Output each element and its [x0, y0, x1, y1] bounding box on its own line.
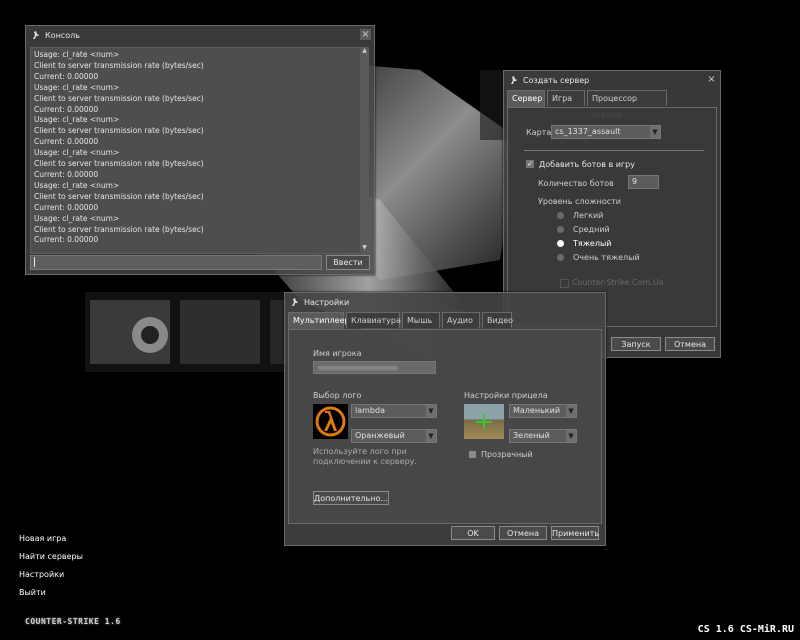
- settings-tabs: Мультиплеер Клавиатура Мышь Аудио Видео: [287, 312, 587, 329]
- console-line: Client to server transmission rate (byte…: [34, 191, 204, 201]
- scroll-up-icon[interactable]: ▲: [360, 47, 369, 55]
- menu-quit[interactable]: Выйти: [19, 588, 46, 597]
- scroll-down-icon[interactable]: ▼: [360, 244, 369, 252]
- difficulty-hard-label: Тяжелый: [573, 239, 612, 248]
- player-name-label: Имя игрока: [313, 349, 362, 358]
- console-line: Current: 0.00000: [34, 169, 99, 179]
- console-line: Current: 0.00000: [34, 104, 99, 114]
- apply-button[interactable]: Применить: [551, 526, 599, 540]
- close-icon[interactable]: ×: [706, 74, 717, 85]
- console-line: Client to server transmission rate (byte…: [34, 224, 204, 234]
- console-title: Консоль: [45, 30, 80, 40]
- create-server-title: Создать сервер: [523, 75, 590, 85]
- tab-mouse[interactable]: Мышь: [402, 312, 440, 328]
- console-line: Client to server transmission rate (byte…: [34, 159, 204, 169]
- close-icon[interactable]: ×: [360, 29, 371, 40]
- create-server-titlebar[interactable]: Создать сервер: [504, 71, 720, 89]
- tab-server[interactable]: Сервер: [507, 90, 545, 107]
- console-output: Usage: cl_rate <num> Client to server tra…: [30, 47, 362, 254]
- tab-bot-profile[interactable]: Процессор игрока: [587, 90, 667, 119]
- bottom-checkbox-label: Counter-Strike.Com.Ua: [572, 278, 664, 287]
- console-lines: Usage: cl_rate <num> Client to server tra…: [31, 48, 361, 248]
- chevron-down-icon: ▼: [566, 405, 576, 417]
- logo-hint-line2: подключении к серверу.: [313, 457, 417, 466]
- console-line: Usage: cl_rate <num>: [34, 50, 120, 59]
- transparent-label: Прозрачный: [481, 450, 533, 459]
- bot-count-label: Количество ботов: [538, 179, 614, 188]
- create-server-cancel-button[interactable]: Отмена: [665, 337, 715, 351]
- settings-window: Настройки Мультиплеер Клавиатура Мышь Ау…: [284, 292, 606, 546]
- logo-color-select[interactable]: Оранжевый ▼: [351, 429, 437, 443]
- console-line: Current: 0.00000: [34, 235, 99, 245]
- ok-button[interactable]: OK: [451, 526, 495, 540]
- lambda-logo-icon: [313, 404, 348, 439]
- cs-logo-icon: [292, 298, 298, 306]
- map-select[interactable]: cs_1337_assault ▼: [551, 125, 661, 139]
- console-line: Current: 0.00000: [34, 71, 99, 81]
- tab-video[interactable]: Видео: [482, 312, 513, 328]
- console-line: Client to server transmission rate (byte…: [34, 93, 204, 103]
- tab-multiplayer[interactable]: Мультиплеер: [288, 312, 350, 329]
- start-button[interactable]: Запуск: [611, 337, 661, 351]
- console-titlebar[interactable]: Консоль: [26, 26, 374, 44]
- console-line: Usage: cl_rate <num>: [34, 148, 120, 158]
- settings-panel: Имя игрока Выбор лого lambda ▼ Оранжевый…: [288, 329, 602, 524]
- console-submit-button[interactable]: Ввести: [326, 255, 370, 270]
- difficulty-radio-hard[interactable]: [557, 240, 564, 247]
- game-logo: COUNTER-STRIKE 1.6: [25, 617, 121, 626]
- console-line: Current: 0.00000: [34, 137, 99, 147]
- console-line: Usage: cl_rate <num>: [34, 115, 120, 125]
- site-watermark: CS 1.6 CS-MiR.RU: [697, 624, 794, 635]
- menu-new-game[interactable]: Новая игра: [19, 534, 66, 543]
- crosshair-size-select[interactable]: Маленький ▼: [509, 404, 577, 418]
- difficulty-label: Уровень сложности: [538, 197, 621, 206]
- menu-find-servers[interactable]: Найти серверы: [19, 552, 83, 561]
- console-line: Usage: cl_rate <num>: [34, 180, 120, 190]
- chevron-down-icon: ▼: [650, 126, 660, 138]
- tab-keyboard[interactable]: Клавиатура: [346, 312, 401, 328]
- chevron-down-icon: ▼: [566, 430, 576, 442]
- tab-game[interactable]: Игра: [547, 90, 585, 106]
- console-input[interactable]: [30, 255, 322, 270]
- difficulty-expert-label: Очень тяжелый: [573, 253, 640, 262]
- map-label: Карта: [526, 128, 552, 137]
- console-line: Client to server transmission rate (byte…: [34, 60, 204, 70]
- cs-logo-icon: [511, 76, 517, 84]
- difficulty-radio-expert[interactable]: [557, 254, 564, 261]
- difficulty-radio-medium[interactable]: [557, 226, 564, 233]
- bottom-checkbox[interactable]: [560, 279, 569, 288]
- logo-hint-line1: Используйте лого при: [313, 447, 407, 456]
- console-window: Консоль × Usage: cl_rate <num> Client to …: [25, 25, 375, 275]
- bot-count-input[interactable]: 9: [628, 175, 659, 189]
- transparent-checkbox[interactable]: [469, 451, 476, 458]
- console-line: Usage: cl_rate <num>: [34, 213, 120, 223]
- settings-titlebar[interactable]: Настройки: [285, 293, 605, 311]
- difficulty-medium-label: Средний: [573, 225, 610, 234]
- difficulty-radio-easy[interactable]: [557, 212, 564, 219]
- console-line: Client to server transmission rate (byte…: [34, 126, 204, 136]
- logo-label: Выбор лого: [313, 391, 362, 400]
- chevron-down-icon: ▼: [426, 405, 436, 417]
- console-scrollbar[interactable]: ▲ ▼: [360, 47, 369, 252]
- create-server-tabs: Сервер Игра Процессор игрока: [506, 90, 718, 119]
- player-name-input[interactable]: [313, 361, 436, 374]
- menu-settings[interactable]: Настройки: [19, 570, 64, 579]
- console-line: Current: 0.00000: [34, 202, 99, 212]
- advanced-button[interactable]: Дополнительно...: [313, 491, 389, 505]
- cs-logo-icon: [33, 31, 39, 39]
- chevron-down-icon: ▼: [426, 430, 436, 442]
- logo-select[interactable]: lambda ▼: [351, 404, 437, 418]
- add-bots-label: Добавить ботов в игру: [539, 160, 635, 169]
- crosshair-label: Настройки прицела: [464, 391, 548, 400]
- crosshair-preview-image: [464, 404, 504, 439]
- add-bots-checkbox[interactable]: ✓: [526, 160, 534, 168]
- crosshair-color-select[interactable]: Зеленый ▼: [509, 429, 577, 443]
- tab-audio[interactable]: Аудио: [442, 312, 480, 328]
- difficulty-easy-label: Легкий: [573, 211, 604, 220]
- settings-title: Настройки: [304, 297, 350, 307]
- divider: [524, 150, 704, 151]
- console-line: Usage: cl_rate <num>: [34, 82, 120, 92]
- settings-cancel-button[interactable]: Отмена: [499, 526, 547, 540]
- player-name-redacted: [318, 366, 398, 370]
